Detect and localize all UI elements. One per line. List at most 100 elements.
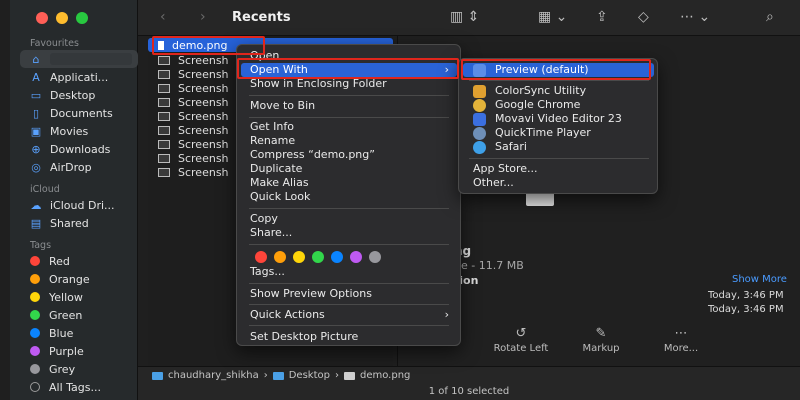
tag-color-dot bbox=[30, 346, 40, 356]
view-columns-icon[interactable]: ▥ ⇕ bbox=[450, 9, 479, 25]
menu-item-quick-look[interactable]: Quick Look bbox=[241, 190, 457, 204]
file-name: Screensh bbox=[178, 151, 229, 165]
group-icon[interactable]: ▦ ⌄ bbox=[538, 9, 567, 25]
sidebar: Favourites ⌂ A Applicati... ▭ Desktop ▯ … bbox=[10, 0, 138, 400]
menu-item-get-info[interactable]: Get Info bbox=[241, 120, 457, 134]
submenu-item-chrome[interactable]: Google Chrome bbox=[463, 98, 654, 112]
sidebar-tag-grey[interactable]: Grey bbox=[20, 360, 138, 378]
tag-icon[interactable]: ◇ bbox=[638, 9, 649, 25]
sidebar-item-applications[interactable]: A Applicati... bbox=[20, 68, 138, 86]
context-menu: Open Open With › Show in Enclosing Folde… bbox=[236, 44, 461, 346]
sidebar-tag-purple[interactable]: Purple bbox=[20, 342, 138, 360]
more-icon: ⋯ bbox=[674, 326, 688, 341]
finder-window: Favourites ⌂ A Applicati... ▭ Desktop ▯ … bbox=[0, 0, 800, 400]
tag-green-dot[interactable] bbox=[312, 251, 324, 263]
zoom-button[interactable] bbox=[76, 12, 88, 24]
menu-item-quick-actions[interactable]: Quick Actions › bbox=[241, 308, 457, 322]
file-thumbnail-icon bbox=[158, 153, 170, 163]
sidebar-item-movies[interactable]: ▣ Movies bbox=[20, 122, 138, 140]
file-name: Screensh bbox=[178, 53, 229, 67]
menu-item-compress[interactable]: Compress “demo.png” bbox=[241, 148, 457, 162]
sidebar-tag-orange[interactable]: Orange bbox=[20, 270, 138, 288]
markup-button[interactable]: ✎ Markup bbox=[566, 326, 636, 354]
sidebar-item-airdrop[interactable]: ◎ AirDrop bbox=[20, 158, 138, 176]
rotate-left-button[interactable]: ↺ Rotate Left bbox=[486, 326, 556, 354]
tag-blue-dot[interactable] bbox=[331, 251, 343, 263]
sidebar-item-label: Movies bbox=[50, 124, 89, 138]
sidebar-item-label: Green bbox=[49, 308, 83, 322]
tag-grey-dot[interactable] bbox=[369, 251, 381, 263]
menu-item-open[interactable]: Open bbox=[241, 49, 457, 63]
file-name: Screensh bbox=[178, 165, 229, 179]
rotate-left-icon: ↺ bbox=[515, 326, 527, 341]
file-thumbnail-icon bbox=[158, 167, 170, 177]
file-name: Screensh bbox=[178, 67, 229, 81]
rotate-left-label: Rotate Left bbox=[493, 343, 549, 354]
search-icon[interactable]: ⌕ bbox=[766, 9, 774, 25]
file-name: Screensh bbox=[178, 137, 229, 151]
menu-item-open-with[interactable]: Open With › bbox=[241, 63, 457, 77]
sidebar-item-home[interactable]: ⌂ bbox=[20, 50, 138, 68]
menu-item-duplicate[interactable]: Duplicate bbox=[241, 162, 457, 176]
menu-item-label: Quick Actions bbox=[250, 308, 325, 321]
menu-separator bbox=[249, 304, 449, 305]
file-thumbnail-icon bbox=[158, 40, 164, 50]
close-button[interactable] bbox=[36, 12, 48, 24]
submenu-item-label: ColorSync Utility bbox=[495, 84, 587, 97]
tag-orange-dot[interactable] bbox=[274, 251, 286, 263]
sidebar-item-downloads[interactable]: ⊕ Downloads bbox=[20, 140, 138, 158]
sidebar-item-desktop[interactable]: ▭ Desktop bbox=[20, 86, 138, 104]
sidebar-tag-yellow[interactable]: Yellow bbox=[20, 288, 138, 306]
sidebar-tag-all-tags[interactable]: All Tags... bbox=[20, 378, 138, 396]
submenu-item-safari[interactable]: Safari bbox=[463, 140, 654, 154]
menu-item-rename[interactable]: Rename bbox=[241, 134, 457, 148]
tag-purple-dot[interactable] bbox=[350, 251, 362, 263]
menu-item-show-in-folder[interactable]: Show in Enclosing Folder bbox=[241, 77, 457, 91]
forward-icon[interactable]: › bbox=[200, 9, 206, 25]
file-name: Screensh bbox=[178, 109, 229, 123]
sidebar-tag-blue[interactable]: Blue bbox=[20, 324, 138, 342]
sidebar-item-label: iCloud Dri... bbox=[50, 198, 115, 212]
sidebar-item-label: Grey bbox=[49, 362, 76, 376]
menu-item-tags[interactable]: Tags... bbox=[241, 265, 457, 279]
sidebar-tag-red[interactable]: Red bbox=[20, 252, 138, 270]
sidebar-item-shared[interactable]: ▤ Shared bbox=[20, 214, 138, 232]
tag-color-dot bbox=[30, 328, 40, 338]
submenu-item-app-store[interactable]: App Store... bbox=[463, 162, 654, 176]
submenu-item-other[interactable]: Other... bbox=[463, 176, 654, 190]
menu-item-copy[interactable]: Copy bbox=[241, 212, 457, 226]
minimize-button[interactable] bbox=[56, 12, 68, 24]
sidebar-item-label: Yellow bbox=[49, 290, 83, 304]
path-segment[interactable]: chaudhary_shikha bbox=[168, 370, 259, 381]
submenu-item-colorsync[interactable]: ColorSync Utility bbox=[463, 84, 654, 98]
tag-yellow-dot[interactable] bbox=[293, 251, 305, 263]
sidebar-tag-green[interactable]: Green bbox=[20, 306, 138, 324]
path-segment[interactable]: demo.png bbox=[360, 370, 410, 381]
menu-item-share[interactable]: Share... bbox=[241, 226, 457, 240]
path-segment[interactable]: Desktop bbox=[289, 370, 330, 381]
sidebar-item-label: Red bbox=[49, 254, 70, 268]
sidebar-item-documents[interactable]: ▯ Documents bbox=[20, 104, 138, 122]
menu-separator bbox=[469, 80, 649, 81]
tag-red-dot[interactable] bbox=[255, 251, 267, 263]
tag-color-picker bbox=[255, 251, 381, 263]
menu-item-make-alias[interactable]: Make Alias bbox=[241, 176, 457, 190]
submenu-item-quicktime[interactable]: QuickTime Player bbox=[463, 126, 654, 140]
more-actions-button[interactable]: ⋯ More... bbox=[646, 326, 716, 354]
show-more-link[interactable]: Show More bbox=[732, 274, 787, 285]
menu-item-set-desktop-picture[interactable]: Set Desktop Picture bbox=[241, 330, 457, 344]
submenu-item-movavi[interactable]: Movavi Video Editor 23 bbox=[463, 112, 654, 126]
menu-item-show-preview-options[interactable]: Show Preview Options bbox=[241, 287, 457, 301]
menu-item-move-to-bin[interactable]: Move to Bin bbox=[241, 99, 457, 113]
path-bar: chaudhary_shikha › Desktop › demo.png bbox=[138, 366, 800, 384]
path-separator: › bbox=[263, 370, 268, 381]
share-icon[interactable]: ⇪ bbox=[596, 9, 608, 25]
submenu-item-preview[interactable]: Preview (default) bbox=[463, 63, 654, 77]
path-separator: › bbox=[334, 370, 339, 381]
sidebar-item-icloud-drive[interactable]: ☁ iCloud Dri... bbox=[20, 196, 138, 214]
more-icon[interactable]: ⋯ ⌄ bbox=[680, 9, 710, 25]
file-name: demo.png bbox=[172, 38, 228, 52]
open-with-submenu: Preview (default) ColorSync Utility Goog… bbox=[458, 58, 658, 194]
sidebar-item-label: Blue bbox=[49, 326, 74, 340]
back-icon[interactable]: ‹ bbox=[160, 9, 166, 25]
